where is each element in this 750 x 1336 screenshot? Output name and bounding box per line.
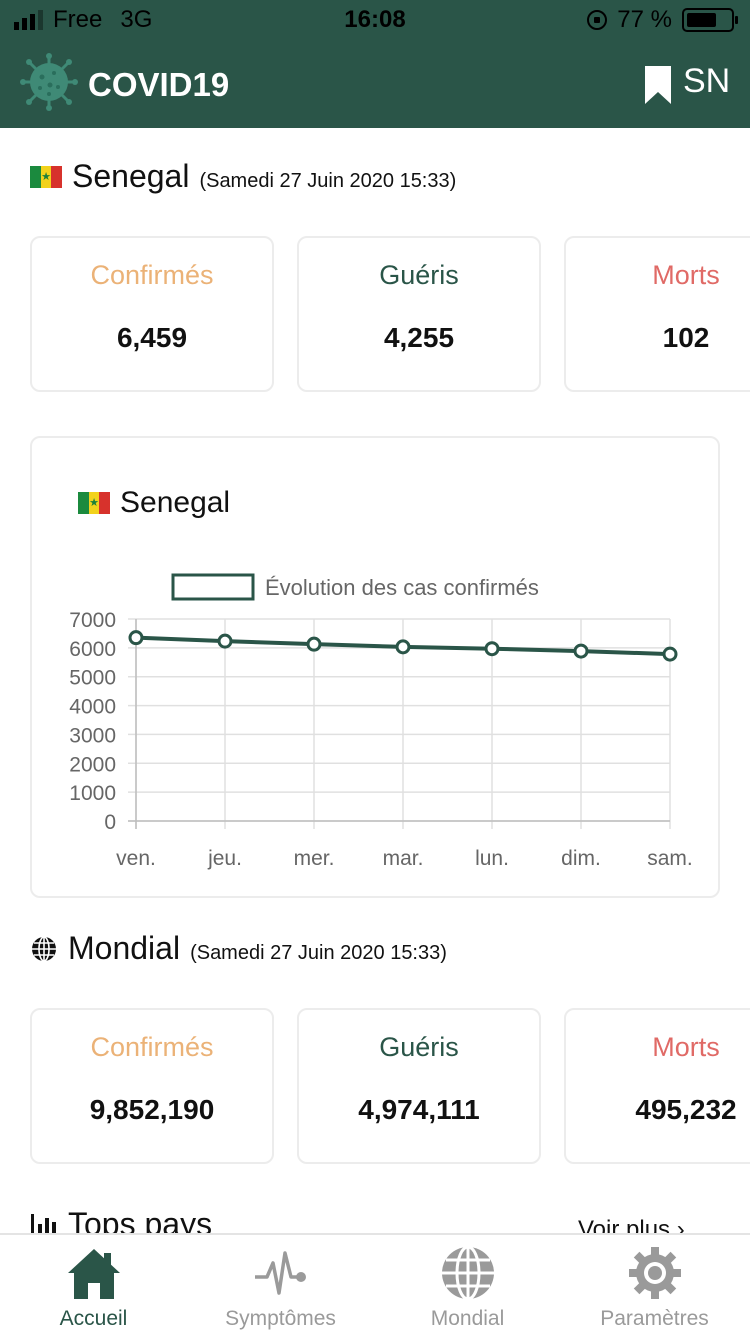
x-tick-label: mer.: [294, 847, 335, 870]
x-tick-label: ven.: [116, 847, 156, 870]
app-bar: COVID19 SN: [0, 42, 750, 128]
world-stats-row[interactable]: Confirmés 9,852,190 Guéris 4,974,111 Mor…: [30, 1008, 750, 1168]
x-tick-label: mar.: [383, 847, 424, 870]
country-stats-row[interactable]: Confirmés 6,459 Guéris 4,255 Morts 102: [30, 236, 750, 396]
data-point: [395, 639, 411, 655]
data-point: [662, 646, 678, 662]
data-point: [573, 643, 589, 659]
y-tick-label: 3000: [69, 724, 116, 747]
stat-label: Morts: [652, 260, 720, 290]
stat-label: Confirmés: [90, 1032, 214, 1062]
stat-label: Confirmés: [90, 260, 214, 290]
stat-value: 102: [662, 322, 710, 353]
country-date: (Samedi 27 Juin 2020 15:33): [199, 170, 457, 192]
country-code-button[interactable]: SN: [683, 62, 730, 101]
tab-symptoms[interactable]: Symptômes: [187, 1235, 374, 1336]
world-date: (Samedi 27 Juin 2020 15:33): [190, 942, 447, 964]
tab-bar: Accueil Symptômes Mondial Paramètres: [0, 1233, 750, 1336]
stat-label: Guéris: [379, 1032, 459, 1062]
country-section-header: Senegal (Samedi 27 Juin 2020 15:33): [30, 158, 456, 195]
tab-label: Mondial: [430, 1307, 505, 1330]
globe-icon: [32, 935, 56, 962]
pulse-icon: [254, 1251, 306, 1295]
y-tick-label: 5000: [69, 667, 116, 690]
stat-card-deaths[interactable]: Morts 495,232: [564, 1008, 750, 1164]
x-tick-label: lun.: [475, 847, 509, 870]
y-tick-label: 2000: [69, 753, 116, 776]
stat-label: Morts: [652, 1032, 720, 1062]
x-tick-label: jeu.: [207, 847, 242, 870]
line-chart: 0 1000 2000 3000 4000 5000 6000 7000 ven. jeu. mer…: [69, 573, 693, 870]
data-point: [128, 630, 144, 646]
country-name: Senegal: [72, 158, 190, 194]
stat-card-deaths[interactable]: Morts 102: [564, 236, 750, 392]
y-tick-label: 1000: [69, 782, 116, 805]
stat-card-recovered[interactable]: Guéris 4,974,111: [297, 1008, 541, 1164]
x-tick-label: sam.: [647, 847, 693, 870]
tab-world[interactable]: Mondial: [374, 1235, 561, 1336]
bookmark-icon[interactable]: [643, 64, 673, 106]
tab-label: Paramètres: [600, 1307, 709, 1330]
home-icon: [67, 1249, 120, 1299]
y-tick-label: 0: [104, 811, 116, 834]
legend-swatch: [171, 573, 255, 601]
y-tick-label: 6000: [69, 638, 116, 661]
chart-card: Senegal 01000200030004000500060007000ven…: [30, 436, 720, 898]
y-tick-label: 4000: [69, 696, 116, 719]
app-header: Free 3G 16:08 77 % COVID19 SN: [0, 0, 750, 128]
world-name: Mondial: [68, 930, 181, 966]
stat-label: Guéris: [379, 260, 459, 290]
stat-value: 6,459: [116, 322, 188, 353]
senegal-flag-icon: [30, 165, 63, 188]
stat-value: 4,974,111: [358, 1094, 480, 1125]
world-section-header: Mondial (Samedi 27 Juin 2020 15:33): [30, 930, 447, 967]
battery-icon: [682, 8, 738, 32]
tab-settings[interactable]: Paramètres: [561, 1235, 748, 1336]
virus-icon: [20, 53, 78, 111]
battery-percent: 77 %: [617, 6, 672, 33]
stat-card-confirmed[interactable]: Confirmés 6,459: [30, 236, 274, 392]
stat-card-confirmed[interactable]: Confirmés 9,852,190: [30, 1008, 274, 1164]
stat-card-recovered[interactable]: Guéris 4,255: [297, 236, 541, 392]
x-tick-label: dim.: [561, 847, 601, 870]
data-point: [306, 636, 322, 652]
data-point: [484, 641, 500, 657]
tab-home[interactable]: Accueil: [0, 1235, 187, 1336]
globe-icon: [441, 1245, 494, 1301]
status-bar: Free 3G 16:08 77 %: [0, 0, 750, 42]
stat-value: 4,255: [383, 322, 455, 353]
orientation-lock-icon: [587, 10, 608, 30]
legend-label: Évolution des cas confirmés: [265, 575, 539, 600]
y-tick-label: 7000: [69, 609, 116, 632]
gear-icon: [628, 1247, 681, 1299]
data-point: [217, 633, 233, 649]
tab-label: Accueil: [59, 1307, 128, 1330]
stat-value: 9,852,190: [89, 1094, 215, 1125]
tab-label: Symptômes: [225, 1307, 336, 1330]
stat-value: 495,232: [635, 1094, 737, 1125]
app-title: COVID19: [88, 66, 230, 103]
